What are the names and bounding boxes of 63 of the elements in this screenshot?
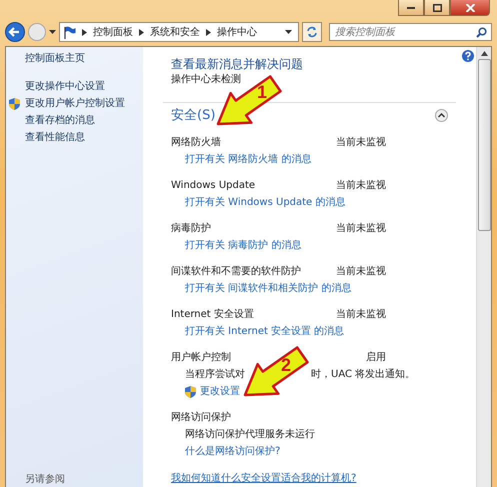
page-heading: 查看最新消息并解决问题 [171,56,304,73]
close-button[interactable] [450,0,490,16]
callout-arrow [244,346,309,396]
maximize-icon [432,4,442,12]
breadcrumb[interactable]: 控制面板 [93,25,133,39]
message-link[interactable]: 打开有关 网络防火墙 的消息 [185,152,312,167]
message-link[interactable]: 打开有关 Windows Update 的消息 [185,195,346,210]
maximize-button[interactable] [424,0,450,16]
step-number: 2 [281,356,292,374]
help-link[interactable]: 我如何知道什么安全设置适合我的计算机? [171,473,356,484]
section-title[interactable]: 安全(S) [171,107,216,124]
search-field[interactable]: 搜索控制面板 [329,23,492,41]
back-icon[interactable] [5,22,25,42]
item-text: 网络访问保护代理服务未运行 [185,428,315,442]
item-title: 网络访问保护 [171,412,231,423]
collapse-icon[interactable] [435,109,448,122]
item-title: 间谍软件和不需要的软件防护 [171,266,301,277]
chevron-icon [206,28,211,36]
sidebar-link[interactable]: 控制面板主页 [25,52,85,66]
refresh-icon [306,26,318,38]
item-text: 时，UAC 将发出通知。 [311,368,416,382]
item-text: 当程序尝试对 [185,368,245,382]
item-title: 用户帐户控制 [171,352,231,363]
see-also-heading: 另请参阅 [24,473,66,487]
minimize-icon [407,6,415,8]
item-status: 启用 [366,352,386,363]
sidebar-link[interactable]: 查看性能信息 [25,131,85,145]
dropdown-icon[interactable] [285,30,292,34]
help-icon[interactable] [462,50,474,62]
item-title: Internet 安全设置 [171,309,254,320]
item-title: 病毒防护 [171,223,211,234]
chevron-icon [82,28,87,36]
item-status: 当前未监视 [336,180,386,191]
close-icon [466,4,474,12]
message-link[interactable]: 打开有关 病毒防护 的消息 [185,238,302,253]
sidebar-link[interactable]: 更改操作中心设置 [25,80,105,94]
minimize-button[interactable] [398,0,424,16]
item-status: 当前未监视 [336,137,386,148]
scroll-up-icon [480,51,488,56]
message-link[interactable]: 打开有关 间谍软件和相关防护 的消息 [185,281,352,296]
forward-icon [28,23,46,41]
flag-icon [64,26,76,38]
refresh-button[interactable] [302,22,322,42]
breadcrumb[interactable]: 系统和安全 [150,25,200,39]
change-settings-link[interactable]: 更改设置 [200,384,240,399]
step-number: 1 [257,83,268,101]
shield-icon [185,386,196,398]
search-icon [476,27,487,38]
scrollbar[interactable] [476,47,491,487]
item-status: 当前未监视 [336,266,386,277]
item-status: 当前未监视 [336,223,386,234]
sidebar-link[interactable]: 查看存档的消息 [25,114,95,128]
chevron-icon [139,28,144,36]
item-title: Windows Update [171,180,256,191]
message-link[interactable]: 什么是网络访问保护? [185,444,280,459]
breadcrumb[interactable]: 操作中心 [217,25,257,39]
item-title: 网络防火墙 [171,137,221,148]
dropdown-icon[interactable] [49,30,56,34]
status-text: 操作中心未检测 [171,74,241,85]
sidebar-link[interactable]: 更改用户帐户控制设置 [25,97,125,111]
message-link[interactable]: 打开有关 Internet 安全设置 的消息 [185,324,344,339]
address-bar[interactable]: 控制面板 系统和安全 操作中心 [59,22,299,42]
item-status: 当前未监视 [336,309,386,320]
